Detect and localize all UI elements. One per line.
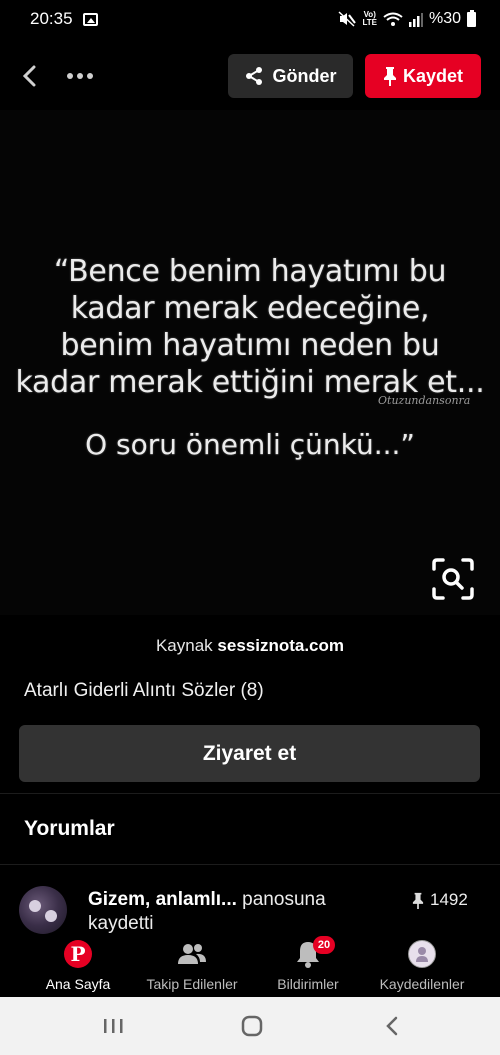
gallery-notification-icon [82, 12, 98, 26]
pin-source[interactable]: Kaynak sessiznota.com [0, 636, 500, 656]
source-prefix: Kaynak [155, 636, 213, 655]
battery-percent: %30 [428, 10, 461, 27]
recent-apps-button[interactable] [93, 1011, 133, 1041]
nav-saved[interactable]: Kaydedilenler [374, 935, 470, 997]
quote-line: “Bence benim hayatımı bu [53, 254, 447, 289]
quote-tail: O soru önemli çünkü...” [85, 428, 415, 461]
divider [0, 793, 500, 794]
save-button[interactable]: Kaydet [365, 54, 481, 98]
visit-button[interactable]: Ziyaret et [19, 725, 480, 782]
share-button[interactable]: Gönder [228, 54, 353, 98]
nav-label: Kaydedilenler [379, 976, 465, 992]
nav-icon-wrap [408, 938, 436, 970]
activity-action-line2: kaydetti [88, 913, 154, 934]
battery-icon [467, 9, 476, 27]
volte-indicator: Vo) LTE [362, 11, 377, 27]
volte-bottom: LTE [362, 18, 377, 27]
home-icon [241, 1015, 263, 1037]
nav-icon-wrap: P [64, 938, 92, 970]
save-label: Kaydet [402, 65, 464, 86]
nav-label: Ana Sayfa [45, 976, 111, 992]
nav-following[interactable]: Takip Edilenler [140, 935, 244, 997]
more-dot [87, 73, 93, 79]
bottom-navigation: P Ana Sayfa Takip Edilenler 20 Bildiriml… [0, 935, 500, 997]
nav-icon-wrap [176, 938, 208, 970]
divider [0, 864, 500, 865]
pushpin-icon [412, 892, 424, 909]
pin-title: Atarlı Giderli Alıntı Sözler (8) [24, 680, 264, 701]
mute-icon [338, 11, 357, 27]
activity-user[interactable]: Gizem, anlamlı... [88, 889, 237, 910]
nav-label: Takip Edilenler [146, 976, 238, 992]
share-label: Gönder [272, 65, 337, 86]
signal-icon [408, 12, 423, 27]
source-domain-link[interactable]: sessiznota.com [217, 636, 344, 655]
status-time: 20:35 [30, 9, 73, 28]
profile-avatar-icon [408, 940, 436, 968]
nav-label: Bildirimler [277, 976, 339, 992]
status-bar: 20:35 Vo) LTE %30 [0, 0, 500, 38]
wifi-icon [383, 12, 403, 26]
comments-heading: Yorumlar [24, 817, 115, 840]
home-button[interactable] [232, 1011, 272, 1041]
more-dot [77, 73, 83, 79]
status-right: Vo) LTE %30 [338, 9, 476, 28]
nav-notifications[interactable]: 20 Bildirimler [268, 935, 348, 997]
quote-line: benim hayatımı neden bu [60, 328, 440, 363]
recent-apps-icon [104, 1019, 123, 1033]
pinterest-logo-icon: P [64, 940, 92, 968]
visit-label: Ziyaret et [202, 741, 297, 765]
status-left: 20:35 [30, 9, 98, 29]
quote-line: kadar merak edeceğine, [70, 291, 430, 326]
nav-icon-wrap: 20 [295, 936, 335, 970]
save-count: 1492 [412, 890, 468, 910]
activity-action: panosuna [242, 889, 326, 910]
profile-figure-icon [416, 947, 428, 962]
chevron-left-icon [22, 65, 36, 87]
system-back-button[interactable] [372, 1011, 412, 1041]
save-activity-row[interactable]: Gizem, anlamlı... panosuna kaydetti 1492 [0, 880, 500, 935]
back-button[interactable] [14, 58, 44, 94]
pin-image[interactable]: “Bence benim hayatımı bu kadar merak ede… [0, 110, 500, 615]
pushpin-icon [383, 67, 396, 86]
pin-toolbar: Gönder Kaydet [0, 52, 500, 100]
more-dots-icon [67, 73, 73, 79]
avatar[interactable] [19, 886, 67, 934]
notification-badge: 20 [313, 936, 335, 954]
system-navigation-bar [0, 997, 500, 1055]
share-icon [246, 67, 263, 85]
nav-home[interactable]: P Ana Sayfa [40, 935, 116, 997]
save-count-value: 1492 [430, 890, 468, 909]
visual-search-button[interactable] [430, 556, 476, 602]
quote-text: “Bence benim hayatımı bu kadar merak ede… [0, 253, 500, 401]
image-watermark: Otuzundansonra [378, 394, 471, 407]
more-options-button[interactable] [60, 58, 100, 94]
activity-text: Gizem, anlamlı... panosuna kaydetti [88, 888, 378, 935]
back-chevron-icon [386, 1016, 398, 1036]
lens-search-icon [432, 558, 474, 600]
people-icon [178, 944, 206, 964]
